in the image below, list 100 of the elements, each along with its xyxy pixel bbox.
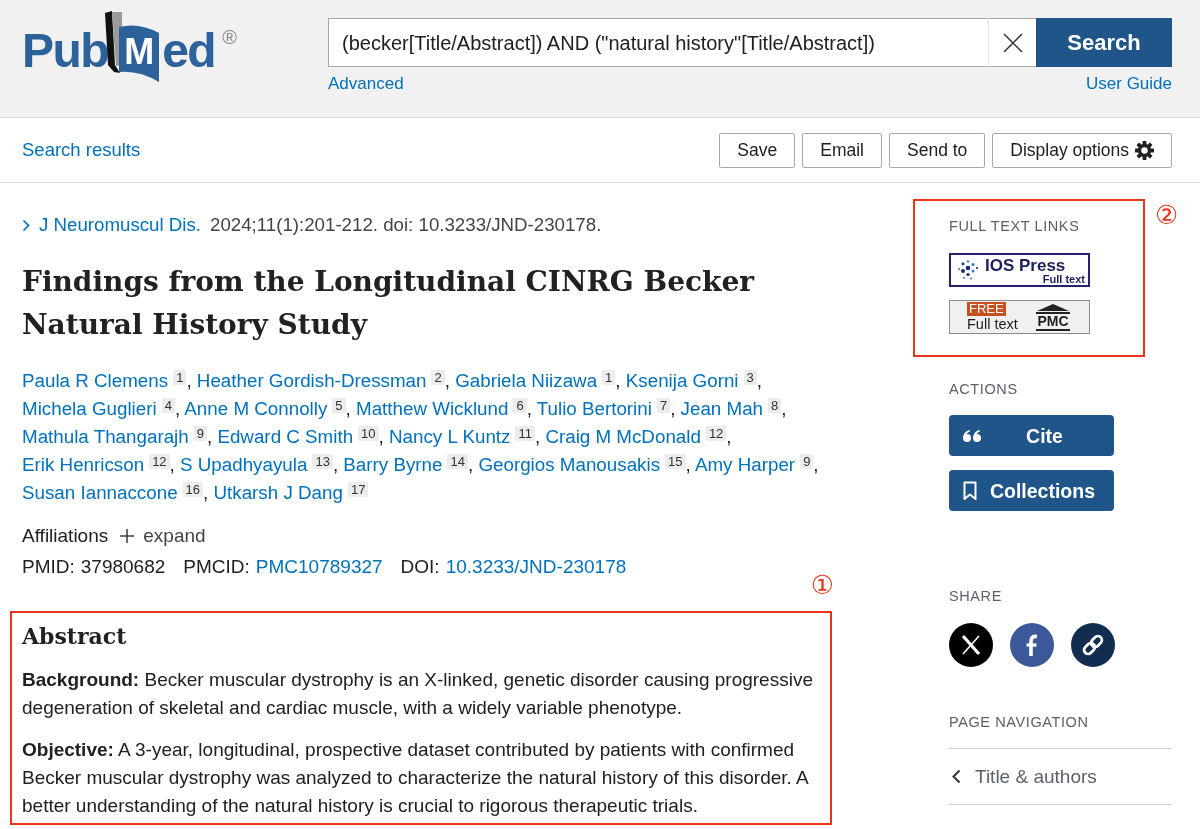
affiliation-number[interactable]: 16 [182,482,204,497]
author-link[interactable]: Ksenija Gorni [625,370,739,391]
search-button[interactable]: Search [1036,18,1172,67]
affiliation-number[interactable]: 8 [768,398,782,413]
identifier-label: PMID: [22,555,75,579]
affiliation-number[interactable]: 5 [332,398,346,413]
affiliation-number[interactable]: 11 [515,426,535,441]
author-separator: , [615,370,621,391]
section-heading: FULL TEXT LINKS [949,217,1081,236]
affiliation-number[interactable]: 6 [513,398,527,413]
dots-logo-icon [956,259,979,281]
author-link[interactable]: Erik Henricson [22,454,145,475]
affiliation-number[interactable]: 3 [743,370,757,385]
author-separator: , [726,426,732,447]
affiliation-number[interactable]: 12 [149,454,170,469]
header-link[interactable]: User Guide [1086,73,1172,95]
affiliation-number[interactable]: 1 [173,370,187,385]
affiliation-number[interactable]: 2 [431,370,445,385]
author-separator: , [526,398,532,419]
toolbar-button[interactable]: Display options [992,132,1172,168]
author-separator: , [756,370,762,391]
page-nav-link[interactable]: Title & authors [975,762,1097,791]
author-link[interactable]: Craig M McDonald [545,426,701,447]
section-heading: ACTIONS [949,380,1019,399]
author-link[interactable]: S Upadhyayula [180,454,308,475]
author-link[interactable]: Utkarsh J Dang [213,482,343,503]
author-separator: , [813,454,819,475]
author-link[interactable]: Edward C Smith [217,426,354,447]
article-title: Findings from the Longitudinal CINRG Becker Natural History Study [22,264,756,343]
affiliation-number[interactable]: 7 [656,398,671,413]
chevron-right-icon [22,218,30,232]
toolbar-button[interactable]: Save [719,132,796,168]
author-separator: , [345,398,351,419]
affiliation-number[interactable]: 10 [358,426,379,441]
author-separator: , [378,426,384,447]
affiliation-number[interactable]: 15 [665,454,686,469]
author-link[interactable]: Amy Harper [694,454,796,475]
abstract-paragraph: Background: Becker muscular dystrophy is an X-linked, genetic disorder causing progressive degeneration of skeletal and cardiac muscle, with a widely variable phenotype. [22,668,814,720]
citation-text: 2024;11(1):201-212. doi: 10.3233/JND-230178. [210,213,602,237]
toolbar-button[interactable]: Email [802,132,882,168]
author-separator: , [332,454,339,475]
share-button[interactable] [1010,623,1054,667]
expand-button[interactable]: expand [120,522,206,550]
clear-button[interactable] [988,18,1036,67]
identifier-label: DOI: [400,555,440,579]
author-separator: , [444,370,450,391]
section-heading: PAGE NAVIGATION [949,713,1090,732]
search-results-link[interactable]: Search results [22,138,141,162]
affiliation-number[interactable]: 1 [602,370,616,385]
search-field[interactable]: (becker[Title/Abstract]) AND ("natural history"[Title/Abstract]) [328,18,988,67]
share-button[interactable] [1071,623,1115,667]
affiliations-label: Affiliations [22,524,109,548]
roof-icon [1036,303,1070,314]
full-text-link[interactable]: FREE Full text PMC [949,300,1090,334]
abstract-paragraph: Objective: A 3-year, longitudinal, prospective dataset contributed by patients with confirmed Becker muscular dystrophy was analyzed to characterize the natural history of this disorder. A better understanding of the natural history is crucial to rigorous therapeutic trials. [22,738,810,818]
full-text-link[interactable]: IOS Press Full text [949,253,1090,287]
action-button[interactable]: Cite [949,415,1114,456]
author-link[interactable]: Jean Mah [680,398,764,419]
share-button[interactable] [949,623,993,667]
author-separator: , [206,426,213,447]
abstract-heading: Abstract [22,622,128,651]
affiliation-number[interactable]: 17 [347,482,369,497]
identifier-link[interactable]: 10.3233/JND-230178 [445,553,627,581]
affiliation-number[interactable]: 9 [193,426,207,441]
author-link[interactable]: Mathula Thangarajh [22,426,189,447]
link-icon [1071,623,1115,667]
close-icon [1002,32,1023,53]
author-separator: , [186,370,192,391]
affiliation-number[interactable]: 4 [161,398,175,413]
identifier-value: 37980682 [80,555,166,579]
author-separator: , [467,454,474,475]
affiliation-number[interactable]: 12 [705,426,727,441]
author-link[interactable]: Heather Gordish-Dressman [196,370,427,391]
identifier-link[interactable]: PMC10789327 [255,553,383,581]
author-link[interactable]: Georgios Manousakis [478,454,661,475]
header-link[interactable]: Advanced [328,73,404,95]
author-link[interactable]: Matthew Wicklund [356,398,509,419]
author-link[interactable]: Paula R Clemens [22,370,169,391]
author-link[interactable]: Susan Iannaccone [22,482,178,503]
author-link[interactable]: Barry Byrne [343,454,443,475]
author-link[interactable]: Anne M Connolly [184,398,328,419]
author-separator: , [203,482,209,503]
chevron-left-icon [952,769,961,784]
affiliation-number[interactable]: 9 [800,454,814,469]
identifier-label: PMCID: [183,555,250,579]
author-link[interactable]: Gabriela Niizawa [455,370,598,391]
action-button[interactable]: Collections [949,470,1114,511]
author-link[interactable]: Michela Guglieri [22,398,157,419]
section-heading: SHARE [949,587,1003,606]
callout-number: ② [1155,201,1179,229]
quote-icon [963,429,981,442]
affiliation-number[interactable]: 13 [312,454,333,469]
journal-link[interactable]: J Neuromuscul Dis. [39,213,201,237]
gear-icon [1135,140,1154,160]
author-link[interactable]: Tulio Bertorini [536,398,652,419]
toolbar-button[interactable]: Send to [889,132,986,168]
affiliation-number[interactable]: 14 [447,454,468,469]
author-separator: , [670,398,676,419]
author-link[interactable]: Nancy L Kuntz [389,426,511,447]
f-logo-icon [1010,623,1054,667]
